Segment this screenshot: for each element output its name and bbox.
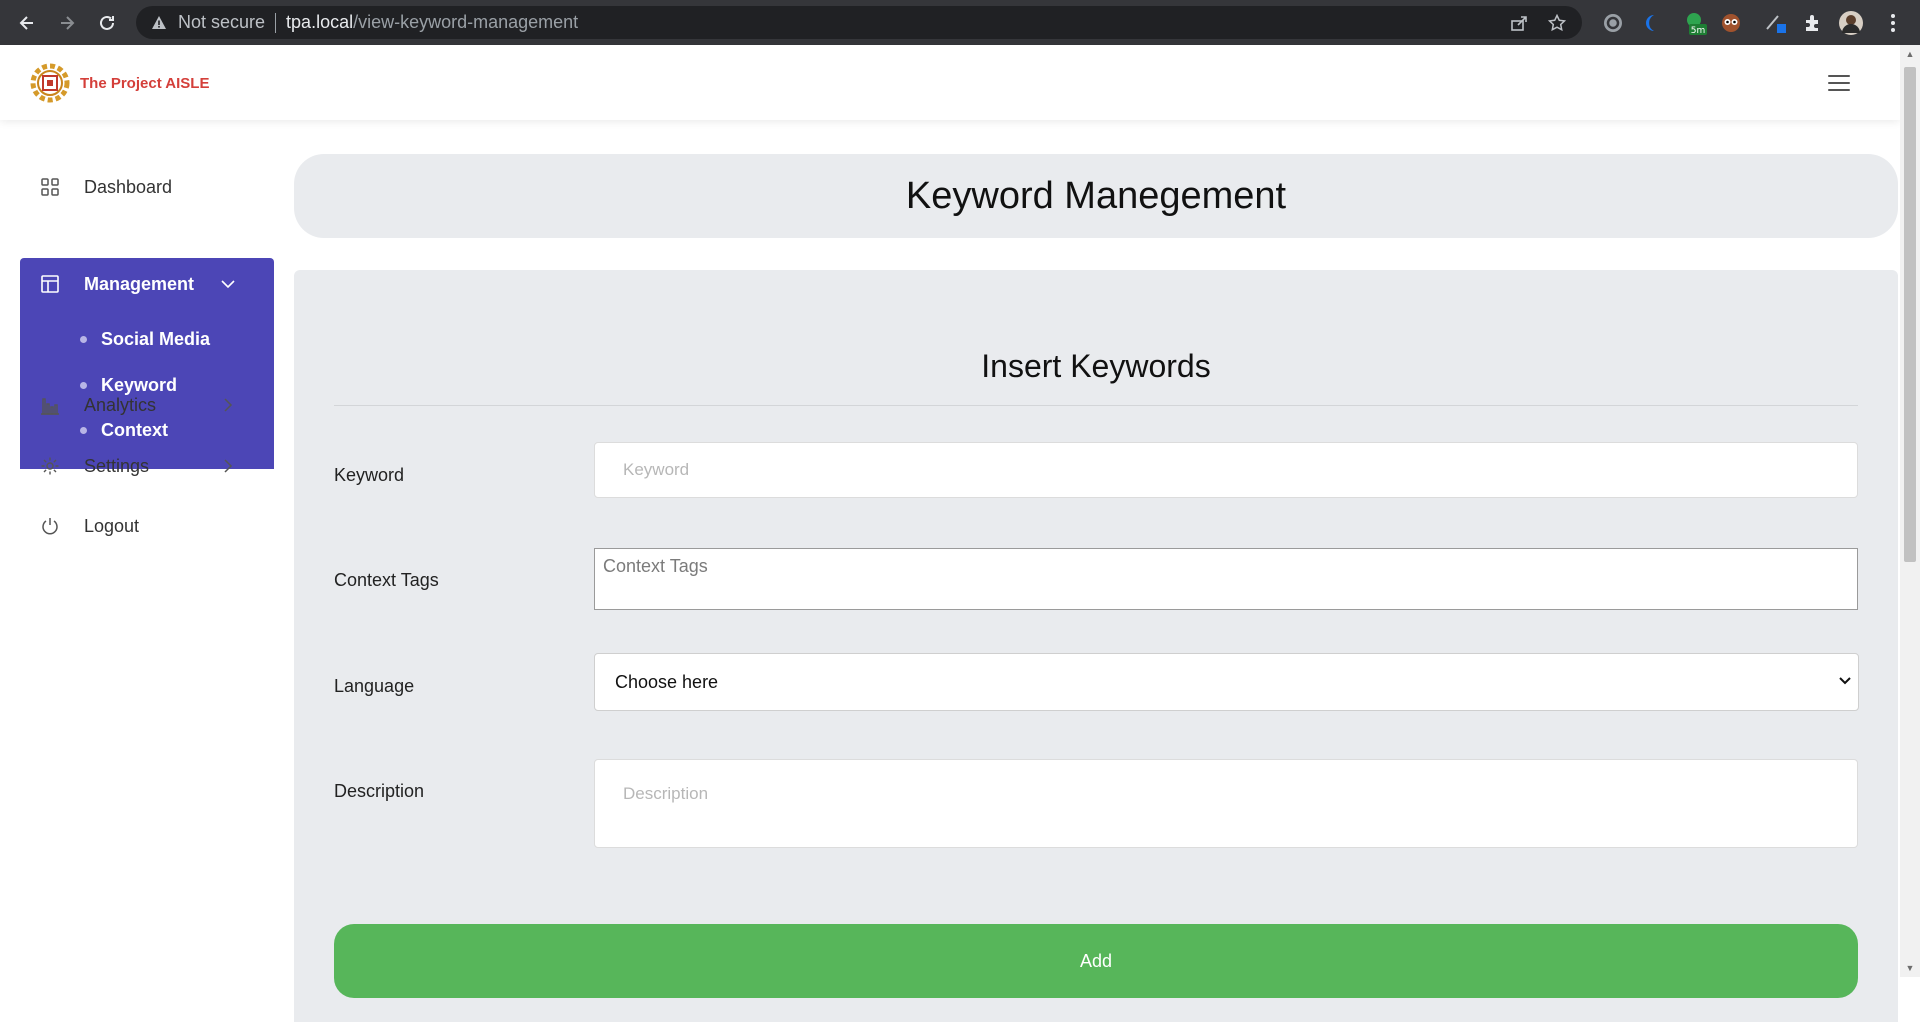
gear-icon [38, 454, 62, 478]
owl-extension-icon[interactable] [1718, 10, 1744, 36]
divider [275, 12, 277, 33]
crescent-extension-icon[interactable] [1638, 10, 1664, 36]
reload-icon[interactable] [94, 10, 120, 36]
address-bar[interactable]: Not secure tpa.local/view-keyword-manage… [136, 6, 1582, 39]
sidebar-item-management[interactable]: Management [20, 258, 274, 310]
kebab-menu-icon[interactable] [1880, 10, 1906, 36]
sidebar-subitem-social-media[interactable]: Social Media [80, 324, 210, 354]
bar-chart-icon [38, 393, 62, 417]
scroll-down-icon[interactable]: ▼ [1905, 963, 1915, 973]
timer-extension-icon[interactable]: 5m [1683, 10, 1709, 36]
grid-icon [38, 175, 62, 199]
layout-icon [38, 272, 62, 296]
sidebar: Dashboard Management Social Media Keywor… [0, 120, 290, 977]
bullet-icon [80, 335, 87, 343]
sidebar-item-logout[interactable]: Logout [20, 501, 274, 551]
brand-name: The Project AISLE [80, 74, 210, 92]
chevron-right-icon [220, 397, 236, 418]
chevron-down-icon [220, 276, 236, 297]
keyword-label: Keyword [334, 465, 405, 485]
warning-icon [150, 14, 168, 32]
description-label: Description [334, 781, 425, 801]
language-selected-value: Choose here [615, 671, 719, 692]
sidebar-item-settings[interactable]: Settings [20, 441, 274, 491]
context-tags-label: Context Tags [334, 570, 439, 590]
page: The Project AISLE Dashboard Management S… [0, 45, 1900, 1022]
profile-avatar-icon[interactable] [1838, 10, 1864, 36]
forward-icon[interactable] [54, 10, 80, 36]
share-icon[interactable] [1508, 12, 1530, 34]
divider [334, 405, 1858, 406]
logo[interactable]: The Project AISLE [28, 61, 209, 105]
svg-text:5m: 5m [1691, 26, 1706, 36]
app-header: The Project AISLE [0, 45, 1900, 120]
chevron-down-icon [1838, 672, 1852, 693]
pen-extension-icon[interactable] [1762, 10, 1788, 36]
gear-logo-icon [30, 63, 70, 103]
grammarly-icon[interactable] [1600, 10, 1626, 36]
language-label: Language [334, 676, 415, 696]
page-header-card: Keyword Manegement [294, 154, 1898, 238]
hamburger-menu-icon[interactable] [1828, 75, 1850, 91]
sidebar-item-dashboard[interactable]: Dashboard [20, 162, 274, 212]
scroll-up-icon[interactable]: ▲ [1905, 49, 1915, 59]
browser-toolbar: Not secure tpa.local/view-keyword-manage… [0, 0, 1920, 45]
puzzle-extensions-icon[interactable] [1800, 10, 1826, 36]
sidebar-item-label: Analytics [84, 394, 157, 415]
language-select[interactable]: Choose here [594, 653, 1859, 711]
page-scrollbar[interactable]: ▲ ▼ [1900, 45, 1920, 977]
sidebar-item-analytics[interactable]: Analytics [20, 380, 274, 430]
page-title: Keyword Manegement [905, 174, 1287, 217]
form-title: Insert Keywords [981, 348, 1211, 384]
sidebar-item-label: Logout [84, 515, 140, 536]
back-icon[interactable] [14, 10, 40, 36]
security-label[interactable]: Not secure [178, 12, 265, 33]
context-tags-input[interactable]: Context Tags [594, 548, 1858, 610]
sidebar-item-label: Dashboard [84, 176, 173, 197]
url-text[interactable]: tpa.local/view-keyword-management [286, 12, 578, 33]
add-button[interactable]: Add [334, 924, 1858, 998]
keyword-input[interactable]: Keyword [594, 442, 1858, 498]
sidebar-item-label: Settings [84, 455, 150, 476]
power-icon [38, 514, 62, 538]
chevron-right-icon [220, 458, 236, 479]
sidebar-management-section: Management Social Media Keyword Context [20, 258, 274, 469]
bookmark-star-icon[interactable] [1546, 12, 1568, 34]
insert-keywords-form: Insert Keywords Keyword Keyword Context … [294, 270, 1898, 1022]
description-textarea[interactable]: Description [594, 759, 1858, 848]
sidebar-item-label: Management [84, 273, 195, 294]
scrollbar-thumb[interactable] [1904, 67, 1916, 562]
